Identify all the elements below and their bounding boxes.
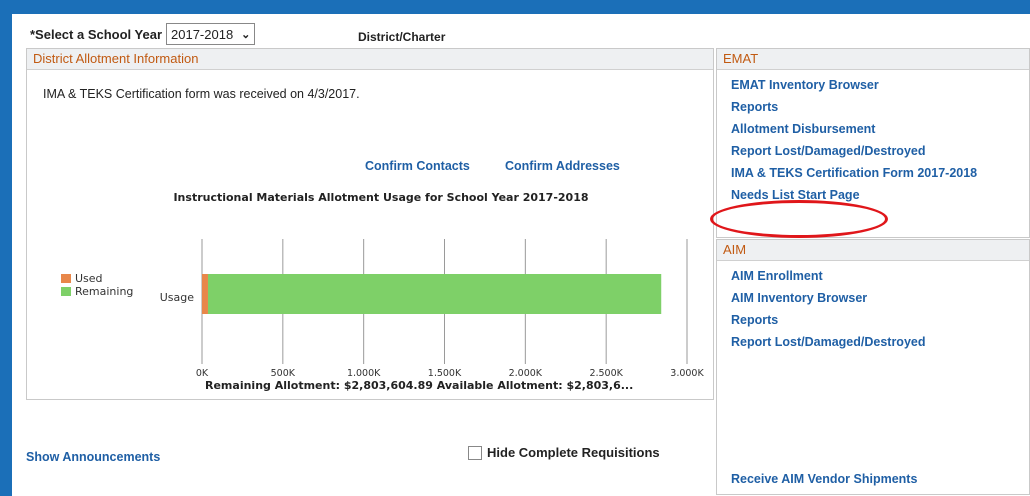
confirm-contacts-link[interactable]: Confirm Contacts (365, 159, 470, 173)
emat-reports-link[interactable]: Reports (731, 100, 1029, 114)
chevron-down-icon: ⌄ (241, 28, 251, 41)
aim-panel: AIM AIM Enrollment AIM Inventory Browser… (716, 239, 1030, 495)
emat-title: EMAT (717, 49, 1029, 70)
hide-complete-requisitions[interactable]: Hide Complete Requisitions (468, 445, 660, 460)
legend-swatch-used (61, 274, 71, 283)
allotment-usage-chart: 0K 500K 1,000K 1,500K 2,000K 2,500K 3,000K Usag… (61, 239, 704, 376)
x-tick-label: 500K (271, 368, 296, 376)
district-charter-label: District/Charter (358, 30, 446, 44)
chart-title: Instructional Materials Allotment Usage … (173, 191, 589, 204)
highlight-circle (710, 200, 888, 238)
legend-label-used: Used (75, 272, 103, 285)
aim-reports-link[interactable]: Reports (731, 313, 1029, 327)
aim-title: AIM (717, 240, 1029, 261)
legend-label-remaining: Remaining (75, 285, 133, 298)
confirm-addresses-link[interactable]: Confirm Addresses (505, 159, 620, 173)
bar-used (202, 274, 208, 314)
school-year-bar: *Select a School Year 2017-2018 ⌄ (30, 22, 256, 46)
aim-inventory-browser-link[interactable]: AIM Inventory Browser (731, 291, 1029, 305)
show-announcements-link[interactable]: Show Announcements (26, 450, 160, 464)
receive-aim-shipments-link[interactable]: Receive AIM Vendor Shipments (731, 472, 917, 486)
legend-swatch-remaining (61, 287, 71, 296)
district-allotment-panel: District Allotment Information IMA & TEK… (26, 48, 714, 400)
certification-message: IMA & TEKS Certification form was receiv… (43, 87, 360, 101)
remaining-allotment-text: Remaining Allotment: $2,803,604.89 Avail… (205, 379, 634, 392)
hide-complete-label: Hide Complete Requisitions (487, 445, 660, 460)
bar-remaining (207, 274, 662, 314)
aim-report-lost-link[interactable]: Report Lost/Damaged/Destroyed (731, 335, 1029, 349)
aim-enrollment-link[interactable]: AIM Enrollment (731, 269, 1029, 283)
main-frame: *Select a School Year 2017-2018 ⌄ Distri… (12, 14, 1030, 496)
emat-report-lost-link[interactable]: Report Lost/Damaged/Destroyed (731, 144, 1029, 158)
school-year-value: 2017-2018 (171, 26, 234, 42)
x-tick-label: 2,000K (509, 368, 543, 376)
school-year-label: *Select a School Year (30, 26, 162, 42)
school-year-select[interactable]: 2017-2018 ⌄ (166, 23, 256, 45)
x-tick-label: 3,000K (670, 368, 704, 376)
emat-inventory-browser-link[interactable]: EMAT Inventory Browser (731, 78, 1029, 92)
certification-form-link[interactable]: IMA & TEKS Certification Form 2017-2018 (731, 166, 1029, 180)
category-label: Usage (160, 291, 195, 304)
x-tick-label: 1,500K (428, 368, 462, 376)
x-tick-label: 0K (196, 368, 209, 376)
allotment-disbursement-link[interactable]: Allotment Disbursement (731, 122, 1029, 136)
hide-complete-checkbox[interactable] (468, 445, 482, 460)
district-allotment-title: District Allotment Information (27, 49, 713, 70)
x-tick-label: 1,000K (347, 368, 381, 376)
x-tick-label: 2,500K (589, 368, 623, 376)
